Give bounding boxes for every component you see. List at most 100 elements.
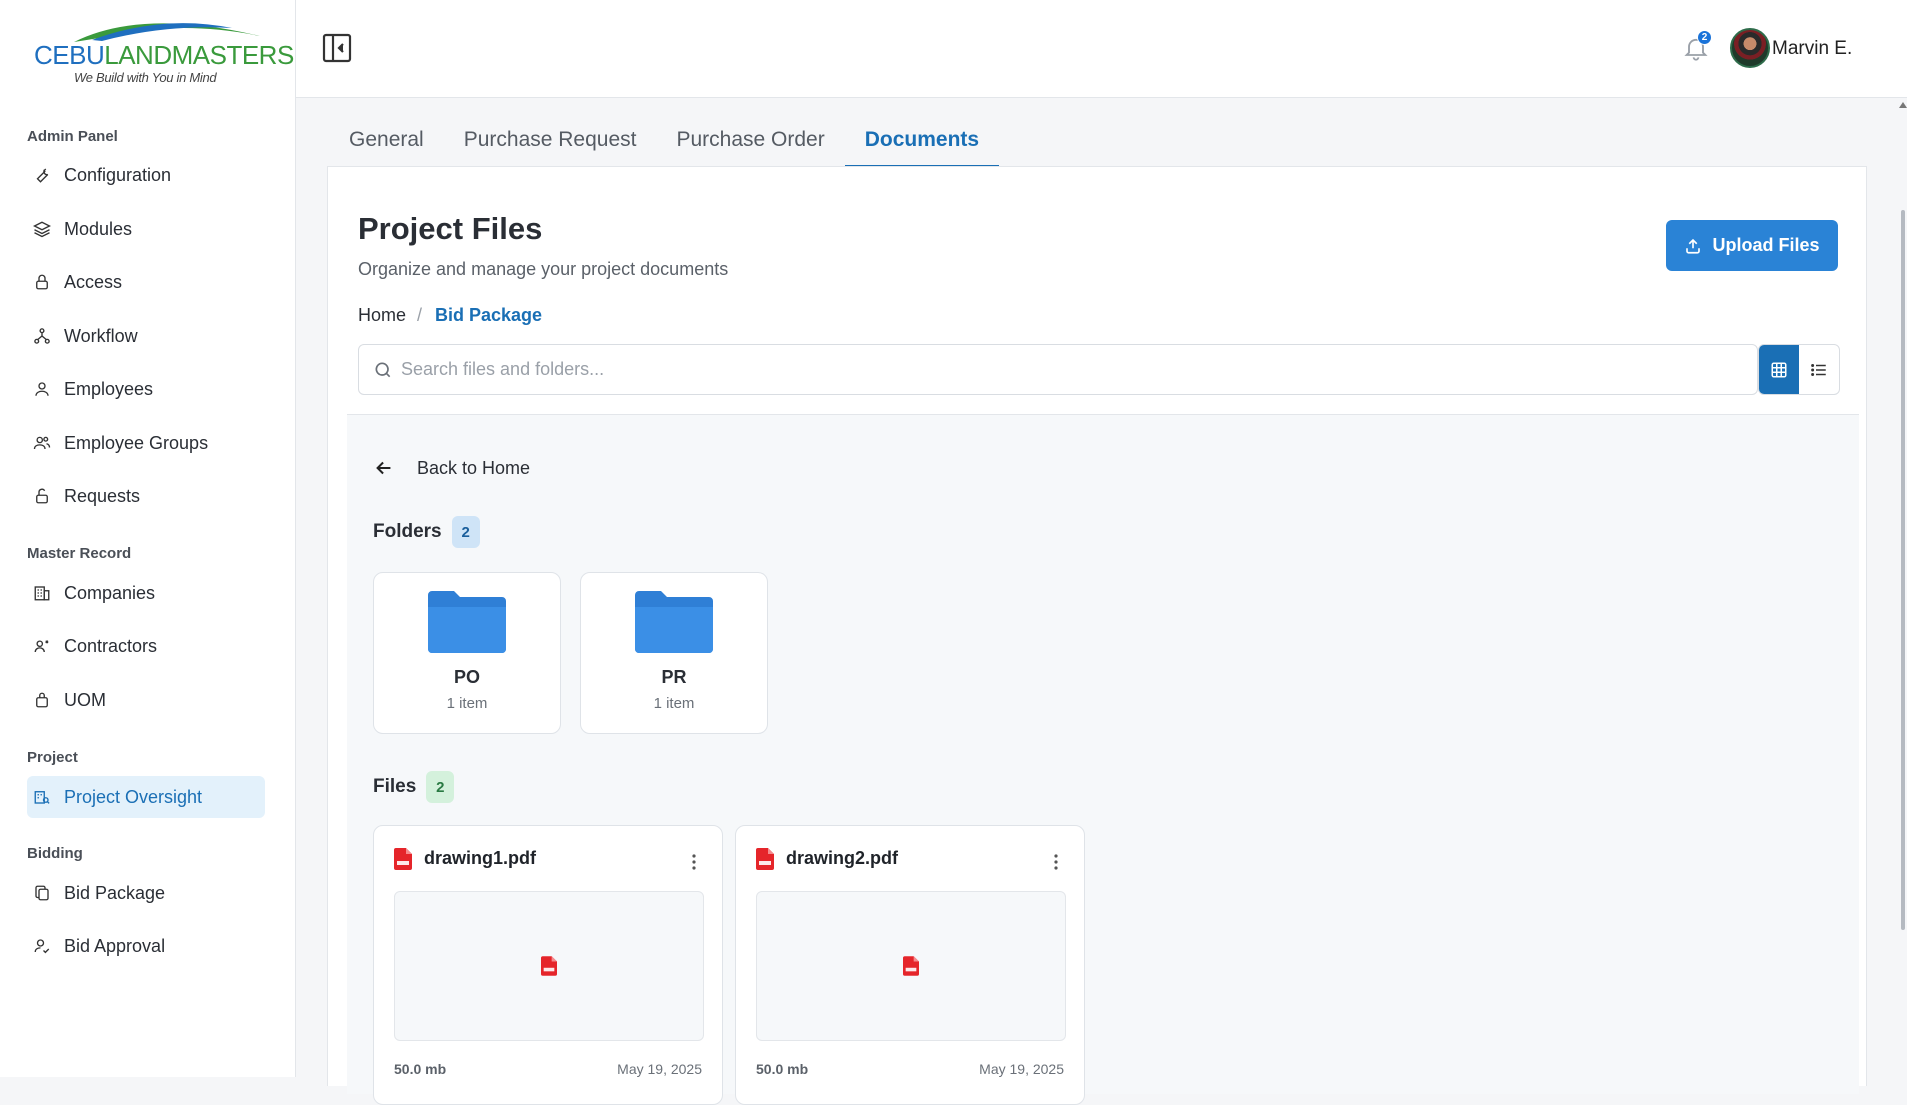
breadcrumb-separator: /	[417, 305, 423, 325]
folder-name: PR	[661, 667, 687, 687]
more-vertical-icon	[692, 854, 696, 870]
tab-documents[interactable]: Documents	[844, 118, 1000, 168]
pdf-icon	[756, 848, 774, 870]
arrow-left-icon	[376, 461, 391, 475]
grid-view-button[interactable]	[1759, 345, 1799, 394]
sidebar-item-project-oversight[interactable]: Project Oversight	[27, 776, 265, 818]
file-name: drawing1.pdf	[424, 848, 536, 868]
section-title-bidding: Bidding	[27, 845, 83, 862]
sidebar-item-employee-groups[interactable]: Employee Groups	[27, 422, 265, 464]
sidebar-item-employees[interactable]: Employees	[27, 368, 265, 410]
back-to-home-label: Back to Home	[417, 457, 531, 478]
file-browser: Back to Home Folders 2 PO 1 item PR 1 it…	[347, 414, 1859, 1105]
list-icon	[1811, 363, 1826, 376]
pdf-icon	[903, 956, 919, 976]
sidebar-item-label: Companies	[64, 582, 156, 603]
building-icon	[31, 582, 53, 604]
file-size: 50.0 mb	[394, 1061, 447, 1077]
user-name[interactable]: Marvin E.	[1772, 38, 1852, 60]
avatar[interactable]	[1730, 28, 1770, 68]
breadcrumb-current[interactable]: Bid Package	[435, 305, 542, 326]
sidebar-item-requests[interactable]: Requests	[27, 475, 265, 517]
user-icon	[31, 378, 53, 400]
tab-general[interactable]: General	[329, 118, 444, 168]
project-tabs: General Purchase Request Purchase Order …	[329, 118, 1000, 168]
folder-icon	[635, 591, 713, 653]
file-card-drawing1[interactable]: drawing1.pdf 50.0 mb May 19, 2025	[373, 825, 723, 1105]
more-vertical-icon	[1054, 854, 1058, 870]
logo-tagline: We Build with You in Mind	[74, 70, 217, 85]
pdf-icon	[394, 848, 412, 870]
upload-files-label: Upload Files	[1712, 235, 1820, 255]
sidebar-item-label: Contractors	[64, 635, 158, 656]
users-icon	[31, 432, 53, 454]
sidebar-item-label: Employee Groups	[64, 432, 209, 453]
section-title-project: Project	[27, 749, 78, 766]
sidebar-item-label: Bid Package	[64, 882, 166, 903]
tab-purchase-order[interactable]: Purchase Order	[657, 118, 845, 168]
sidebar-item-configuration[interactable]: Configuration	[27, 154, 265, 196]
upload-icon	[1686, 238, 1701, 254]
sidebar-collapse-icon	[322, 33, 352, 63]
page-scrollbar[interactable]	[1901, 210, 1905, 930]
file-name: drawing2.pdf	[786, 848, 898, 868]
sidebar-item-label: Modules	[64, 218, 133, 239]
sidebar-item-uom[interactable]: UOM	[27, 679, 265, 721]
folder-card-po[interactable]: PO 1 item	[373, 572, 561, 734]
folders-title: Folders	[373, 521, 442, 542]
folder-name: PO	[453, 667, 480, 687]
sidebar-item-label: Configuration	[64, 164, 172, 185]
upload-files-button[interactable]: Upload Files	[1666, 220, 1838, 271]
sidebar-item-companies[interactable]: Companies	[27, 572, 265, 614]
file-options-button[interactable]	[684, 850, 704, 874]
files-count-badge: 2	[426, 771, 455, 803]
sidebar-item-label: Access	[64, 271, 123, 292]
bag-icon	[31, 689, 53, 711]
sidebar-item-label: UOM	[64, 689, 106, 710]
sidebar-item-workflow[interactable]: Workflow	[27, 315, 265, 357]
sidebar-toggle-button[interactable]	[322, 33, 352, 63]
files-title: Files	[373, 776, 417, 797]
page-subtitle: Organize and manage your project documen…	[358, 259, 729, 279]
file-date: May 19, 2025	[979, 1061, 1064, 1077]
tab-purchase-request[interactable]: Purchase Request	[444, 118, 657, 168]
copy-icon	[31, 882, 53, 904]
sidebar-item-contractors[interactable]: Contractors	[27, 625, 265, 667]
sidebar-item-label: Project Oversight	[64, 786, 203, 807]
file-options-button[interactable]	[1046, 850, 1066, 874]
folder-card-pr[interactable]: PR 1 item	[580, 572, 768, 734]
sidebar-item-label: Bid Approval	[64, 935, 166, 956]
scroll-up-arrow-icon[interactable]	[1899, 102, 1907, 108]
lock-icon	[31, 271, 53, 293]
folders-count-badge: 2	[451, 516, 480, 548]
file-preview[interactable]	[394, 891, 704, 1041]
sidebar-item-access[interactable]: Access	[27, 261, 265, 303]
files-heading: Files 2	[373, 771, 455, 803]
sidebar-item-label: Requests	[64, 485, 141, 506]
search-input[interactable]	[401, 345, 1741, 394]
file-card-drawing2[interactable]: drawing2.pdf 50.0 mb May 19, 2025	[735, 825, 1085, 1105]
sidebar-item-bid-approval[interactable]: Bid Approval	[27, 925, 265, 967]
contractor-icon	[31, 635, 53, 657]
sidebar: CEBULANDMASTERS We Build with You in Min…	[0, 0, 296, 1077]
file-preview[interactable]	[756, 891, 1066, 1041]
company-logo[interactable]: CEBULANDMASTERS We Build with You in Min…	[30, 14, 294, 88]
sidebar-item-modules[interactable]: Modules	[27, 208, 265, 250]
sidebar-item-bid-package[interactable]: Bid Package	[27, 872, 265, 914]
page-title: Project Files	[358, 211, 543, 246]
breadcrumb-home[interactable]: Home	[358, 305, 406, 326]
search-box	[358, 344, 1758, 395]
folder-item-count: 1 item	[653, 695, 695, 712]
folders-heading: Folders 2	[373, 516, 480, 548]
list-view-button[interactable]	[1799, 345, 1839, 394]
layers-icon	[31, 218, 53, 240]
wrench-icon	[31, 164, 53, 186]
section-title-master-record: Master Record	[27, 545, 132, 562]
workflow-icon	[31, 325, 53, 347]
documents-panel: Project Files Organize and manage your p…	[327, 166, 1867, 1105]
grid-icon	[1771, 362, 1787, 377]
file-date: May 19, 2025	[617, 1061, 702, 1077]
unlock-icon	[31, 485, 53, 507]
sidebar-item-label: Employees	[64, 378, 154, 399]
back-to-home-button[interactable]: Back to Home	[373, 457, 530, 479]
